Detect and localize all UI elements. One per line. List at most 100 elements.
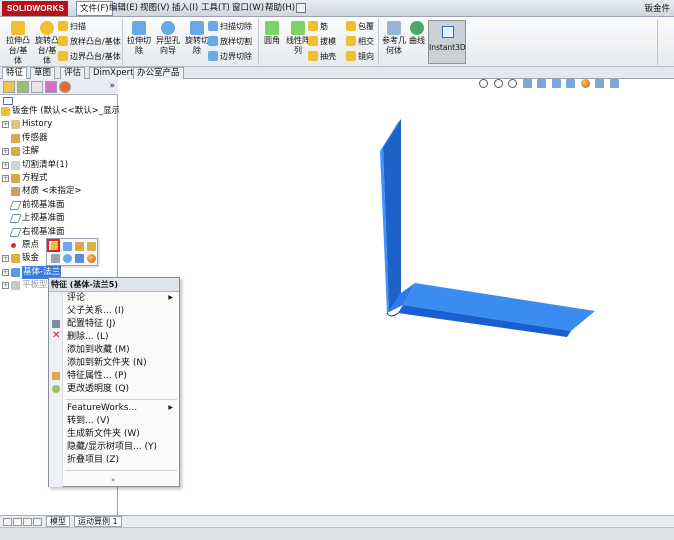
context-menu: 特征 (基体-法兰5) 评论 ▶ 父子关系... (I) 配置特征 (J) ✕ 删…	[48, 277, 180, 487]
normal-to-icon[interactable]	[51, 254, 60, 263]
menu-item-collapse-items[interactable]: 折叠项目 (Z)	[67, 454, 119, 467]
menu-tools[interactable]: 工具(T)	[198, 1, 233, 16]
shell-icon	[308, 51, 318, 61]
extrude-boss-button[interactable]: 拉伸凸 台/基体	[3, 21, 33, 66]
loft-boss-button[interactable]: 放样凸台/基体	[58, 36, 121, 48]
lofted-cut-button[interactable]: 放样切割	[208, 36, 252, 48]
command-manager: 拉伸凸 台/基体 旋转凸 台/基体 扫描 放样凸台/基体 边界凸台/基体 拉伸切除 …	[0, 17, 674, 67]
tree-item-right-plane[interactable]: 右视基准面	[0, 226, 118, 239]
menu-insert[interactable]: 插入(I)	[169, 1, 201, 16]
first-tab-arrow-icon[interactable]	[3, 518, 12, 526]
menu-item-featureworks[interactable]: FeatureWorks... ▶	[67, 402, 177, 415]
menu-item-feature-properties[interactable]: 特征属性... (P)	[67, 370, 127, 383]
draft-button[interactable]: 拔模	[308, 36, 336, 48]
panel-tabs: »	[0, 79, 118, 95]
swept-cut-button[interactable]: 扫描切除	[208, 21, 252, 33]
expand-icon[interactable]: +	[2, 148, 9, 156]
tree-item-equations[interactable]: + 方程式	[0, 172, 118, 185]
tree-item-sensors[interactable]: 传感器	[0, 132, 118, 145]
origin-icon	[11, 242, 16, 248]
swept-cut-icon	[208, 21, 218, 31]
menu-item-parent-child[interactable]: 父子关系... (I)	[67, 305, 124, 318]
tree-item-annotations[interactable]: + 注解	[0, 145, 118, 158]
menu-item-configure-feature[interactable]: 配置特征 (J)	[67, 318, 116, 331]
reference-geometry-button[interactable]: 参考几 何体	[380, 21, 408, 56]
sheet-metal-part[interactable]	[119, 79, 674, 515]
draft-icon	[308, 36, 318, 46]
menu-item-add-to-favorites[interactable]: 添加到收藏 (M)	[67, 344, 130, 357]
property-manager-tab-icon[interactable]	[17, 81, 29, 93]
expand-icon[interactable]: +	[2, 255, 9, 263]
expand-icon[interactable]: +	[2, 161, 9, 169]
shell-button[interactable]: 抽壳	[308, 51, 336, 63]
expand-icon[interactable]: +	[2, 121, 9, 129]
menu-help[interactable]: 帮助(H)	[262, 1, 298, 16]
menu-edit[interactable]: 编辑(E)	[106, 1, 141, 16]
tree-root[interactable]: 钣金件 (默认<<默认>_显示状	[0, 105, 129, 118]
edit-sketch-icon[interactable]	[63, 242, 72, 251]
boundary-cut-icon	[208, 51, 218, 61]
boundary-boss-button[interactable]: 边界凸台/基体	[58, 51, 121, 63]
zoom-to-selection-icon[interactable]	[63, 254, 72, 263]
mirror-button[interactable]: 镜向	[346, 51, 374, 63]
panel-expand-icon[interactable]: »	[109, 81, 115, 91]
tree-item-top-plane[interactable]: 上视基准面	[0, 212, 118, 225]
extrude-cut-button[interactable]: 拉伸切除	[124, 21, 154, 56]
last-tab-arrow-icon[interactable]	[33, 518, 42, 526]
tab-dimxpert[interactable]: DimXpert	[89, 67, 138, 79]
submenu-arrow-icon: ▶	[168, 294, 173, 301]
curves-button[interactable]: 曲线	[405, 21, 429, 46]
menu-more-icon[interactable]: »	[111, 476, 115, 484]
boundary-cut-button[interactable]: 边界切除	[208, 51, 252, 63]
tab-features[interactable]: 特征	[2, 67, 28, 79]
filter-icon[interactable]	[3, 97, 13, 105]
tree-item-cut-list[interactable]: + 切割清单(1)	[0, 159, 118, 172]
tree-item-history[interactable]: + History	[0, 118, 118, 131]
tab-office-products[interactable]: 办公室产品	[133, 67, 184, 79]
menu-item-add-to-new-folder[interactable]: 添加到新文件夹 (N)	[67, 357, 147, 370]
menu-item-change-transparency[interactable]: 更改透明度 (Q)	[67, 383, 129, 396]
toolbar-separator	[122, 19, 123, 65]
linear-pattern-icon	[291, 21, 305, 35]
feature-tree-tab-icon[interactable]	[3, 81, 15, 93]
tab-model[interactable]: 模型	[46, 516, 70, 527]
wrap-button[interactable]: 包覆	[346, 21, 374, 33]
instant3d-button[interactable]: Instant3D	[428, 20, 466, 64]
solidworks-logo: SOLIDWORKS	[2, 1, 68, 16]
graphics-area[interactable]	[119, 79, 674, 515]
annotation-icon	[11, 147, 20, 157]
menu-item-create-new-folder[interactable]: 生成新文件夹 (W)	[67, 428, 140, 441]
expand-icon[interactable]: +	[2, 174, 9, 182]
menu-item-hide-show-tree-items[interactable]: 隐藏/显示树项目... (Y)	[67, 441, 157, 454]
intersect-button[interactable]: 相交	[346, 36, 374, 48]
appearance-icon[interactable]	[87, 254, 96, 263]
configuration-manager-tab-icon[interactable]	[31, 81, 43, 93]
menu-item-comment[interactable]: 评论 ▶	[67, 292, 177, 305]
rollback-icon[interactable]	[87, 242, 96, 251]
display-manager-tab-icon[interactable]	[59, 81, 71, 93]
pin-icon[interactable]	[296, 3, 306, 13]
expand-icon[interactable]: +	[2, 282, 9, 290]
tab-sketch[interactable]: 草图	[30, 67, 56, 79]
next-tab-arrow-icon[interactable]	[23, 518, 32, 526]
rib-button[interactable]: 筋	[308, 21, 328, 33]
sweep-button[interactable]: 扫描	[58, 21, 86, 33]
expand-icon[interactable]: +	[2, 268, 9, 276]
previous-tab-arrow-icon[interactable]	[13, 518, 22, 526]
flat-pattern-icon	[11, 281, 20, 291]
tab-motion-study[interactable]: 运动算例 1	[74, 516, 122, 527]
menu-item-delete[interactable]: 删除... (L)	[67, 331, 108, 344]
tab-evaluate[interactable]: 评估	[60, 67, 86, 79]
tree-item-material[interactable]: 材质 <未指定>	[0, 185, 118, 198]
anchor-icon[interactable]	[75, 254, 84, 263]
dimxpert-manager-tab-icon[interactable]	[45, 81, 57, 93]
hole-wizard-button[interactable]: 异型孔 向导	[153, 21, 183, 56]
transparency-icon	[52, 385, 60, 393]
fillet-button[interactable]: 圆角	[259, 21, 285, 46]
extrude-boss-icon	[11, 21, 25, 35]
sheet-metal-icon	[11, 254, 20, 264]
menu-item-go-to[interactable]: 转到... (V)	[67, 415, 110, 428]
tree-item-front-plane[interactable]: 前视基准面	[0, 199, 118, 212]
suppress-icon[interactable]	[75, 242, 84, 251]
menu-view[interactable]: 视图(V)	[137, 1, 172, 16]
